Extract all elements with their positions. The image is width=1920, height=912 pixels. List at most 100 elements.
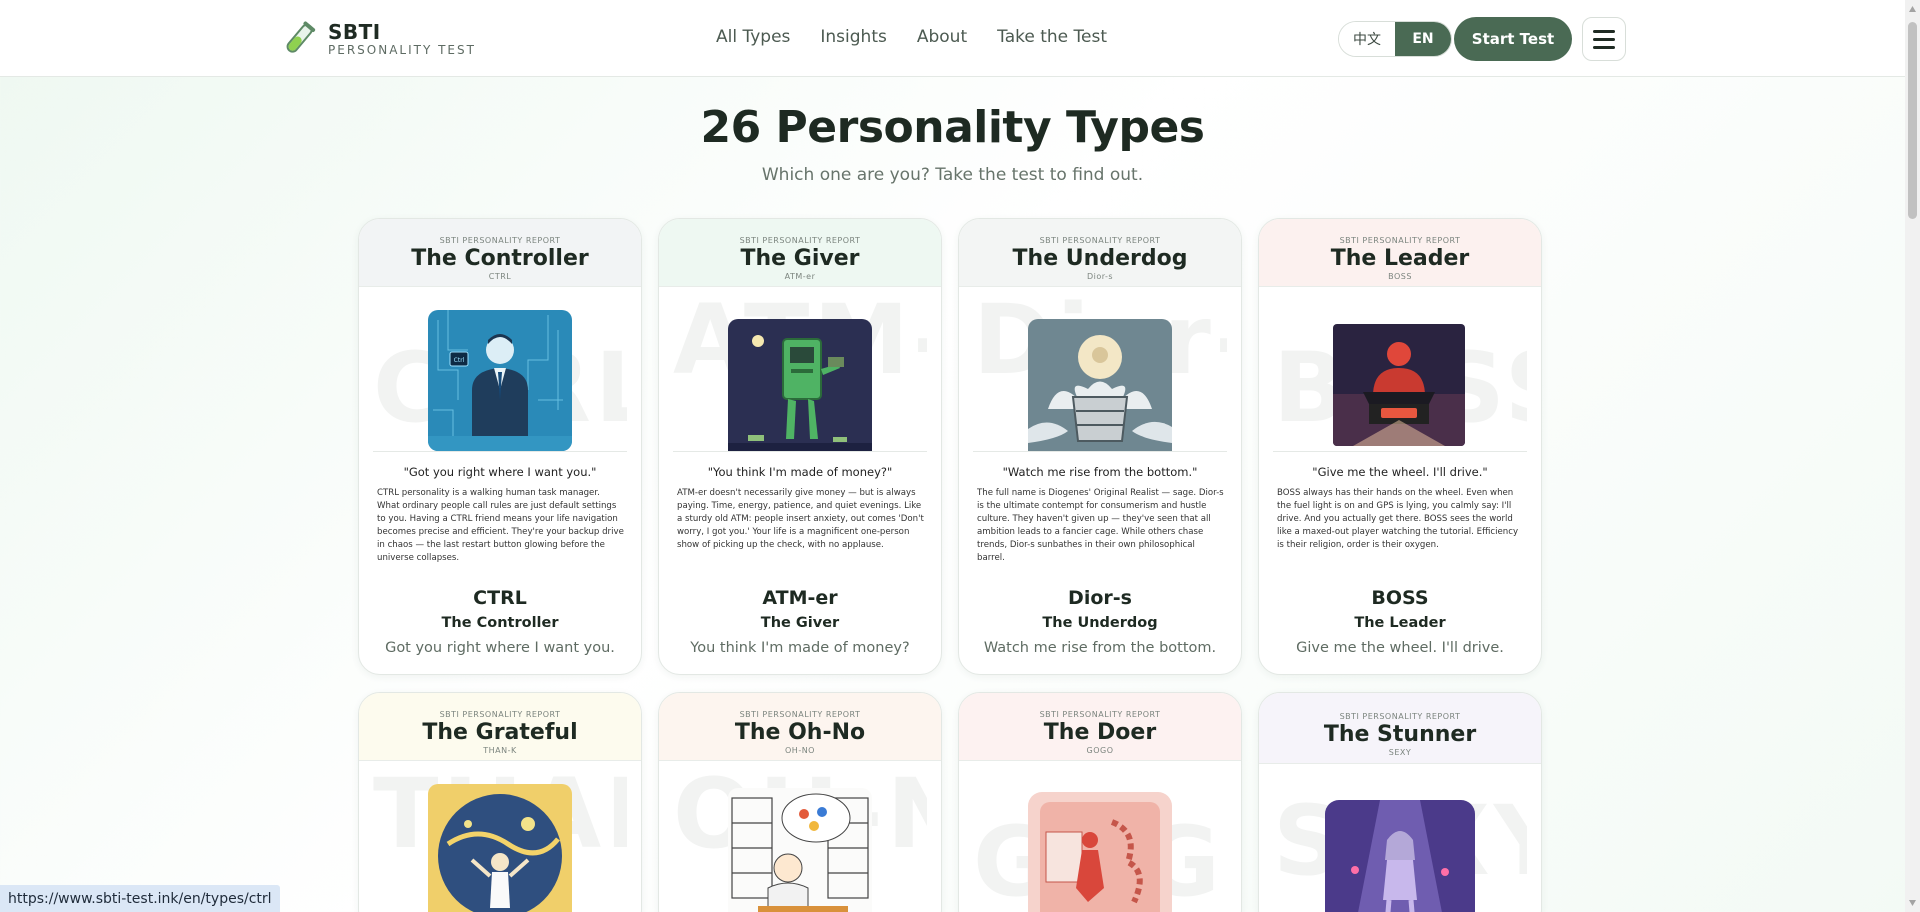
card-art-area: OH-NO (673, 768, 927, 912)
lang-zh-button[interactable]: 中文 (1339, 22, 1395, 56)
card-art-area: GOGO (973, 768, 1227, 912)
card-code-small: SEXY (1388, 748, 1412, 757)
nav-link-insights[interactable]: Insights (820, 27, 886, 47)
card-code-small: Dior-s (1086, 272, 1114, 281)
start-test-button[interactable]: Start Test (1454, 17, 1572, 61)
lang-en-button[interactable]: EN (1395, 22, 1451, 56)
report-label: SBTI PERSONALITY REPORT (439, 710, 561, 719)
report-label: SBTI PERSONALITY REPORT (1339, 712, 1461, 721)
main-nav: All Types Insights About Take the Test (716, 27, 1107, 47)
card-code-small: THAN-K (483, 746, 517, 755)
card-name: The Doer (1043, 720, 1157, 745)
card-tagline: You think I'm made of money? (690, 640, 910, 656)
test-tube-logo-icon (286, 21, 316, 53)
card-description: BOSS always has their hands on the wheel… (1277, 488, 1519, 550)
brand-subtitle: PERSONALITY TEST (328, 43, 476, 57)
card-header: SBTI PERSONALITY REPORT The Doer GOGO (959, 693, 1241, 761)
language-switch: 中文 EN (1338, 21, 1452, 57)
report-label: SBTI PERSONALITY REPORT (739, 710, 861, 719)
scroll-up-icon[interactable] (1908, 5, 1917, 13)
card-quote: "Got you right where I want you." (403, 465, 597, 479)
card-quote: "You think I'm made of money?" (707, 465, 893, 479)
card-description: The full name is Diogenes' Original Real… (977, 488, 1224, 563)
report-label: SBTI PERSONALITY REPORT (739, 236, 861, 245)
card-quote: "Give me the wheel. I'll drive." (1312, 465, 1488, 479)
card-code-small: OH-NO (785, 746, 815, 755)
doer-illustration (1028, 792, 1172, 912)
card-header: SBTI PERSONALITY REPORT The Oh-No OH-NO (659, 693, 941, 761)
card-art-area: SEXY (1273, 771, 1527, 912)
divider (373, 451, 627, 452)
card-title: The Controller (441, 615, 559, 631)
type-card-dior-s[interactable]: SBTI PERSONALITY REPORT The Underdog Dio… (958, 218, 1242, 675)
svg-text:Ctrl: Ctrl (454, 357, 465, 364)
report-label: SBTI PERSONALITY REPORT (439, 236, 561, 245)
divider (673, 451, 927, 452)
card-name: The Giver (740, 246, 860, 271)
card-title: The Leader (1354, 615, 1446, 631)
card-art-area: CTRL Ctrl (373, 294, 627, 451)
card-description: CTRL personality is a walking human task… (377, 488, 624, 563)
report-label: SBTI PERSONALITY REPORT (1339, 236, 1461, 245)
card-header: SBTI PERSONALITY REPORT The Stunner SEXY (1259, 693, 1541, 764)
type-card-gogo[interactable]: SBTI PERSONALITY REPORT The Doer GOGO GO… (958, 692, 1242, 912)
scroll-down-icon[interactable] (1908, 899, 1917, 907)
card-art-area: ATM-er (673, 294, 927, 451)
brand-logo[interactable]: SBTI PERSONALITY TEST (280, 20, 476, 58)
divider (1273, 451, 1527, 452)
page-scrollbar[interactable] (1905, 0, 1920, 912)
nav-link-all-types[interactable]: All Types (716, 27, 790, 47)
card-quote: "Watch me rise from the bottom." (1002, 465, 1198, 479)
type-card-oh-no[interactable]: SBTI PERSONALITY REPORT The Oh-No OH-NO … (658, 692, 942, 912)
stunner-illustration (1325, 800, 1475, 912)
card-name: The Stunner (1323, 722, 1477, 747)
divider (973, 451, 1227, 452)
report-label: SBTI PERSONALITY REPORT (1039, 236, 1161, 245)
scroll-thumb[interactable] (1908, 22, 1917, 219)
link-preview-status: https://www.sbti-test.ink/en/types/ctrl (0, 885, 280, 912)
type-card-boss[interactable]: SBTI PERSONALITY REPORT The Leader BOSS … (1258, 218, 1542, 675)
nav-link-take-test[interactable]: Take the Test (997, 27, 1107, 47)
card-art-area: THAN-K (373, 768, 627, 912)
card-code-small: ATM-er (784, 272, 816, 281)
card-name: The Oh-No (734, 720, 866, 745)
report-label: SBTI PERSONALITY REPORT (1039, 710, 1161, 719)
oh-no-illustration (728, 788, 872, 912)
card-name: The Grateful (422, 720, 578, 745)
card-tagline: Watch me rise from the bottom. (983, 640, 1217, 656)
top-navigation-bar: SBTI PERSONALITY TEST All Types Insights… (0, 0, 1920, 77)
card-title: The Giver (760, 615, 840, 631)
card-header: SBTI PERSONALITY REPORT The Grateful THA… (359, 693, 641, 761)
giver-illustration (728, 319, 872, 451)
card-tagline: Got you right where I want you. (385, 640, 615, 656)
card-code-small: BOSS (1388, 272, 1412, 281)
card-code-small: CTRL (488, 272, 512, 281)
card-header: SBTI PERSONALITY REPORT The Leader BOSS (1259, 219, 1541, 287)
card-description: ATM-er doesn't necessarily give money — … (677, 488, 924, 550)
brand-title: SBTI (328, 20, 381, 44)
card-code-small: GOGO (1086, 746, 1114, 755)
card-code: CTRL (473, 587, 527, 609)
hamburger-menu-icon[interactable] (1582, 17, 1626, 61)
card-code: ATM-er (762, 587, 838, 609)
card-art-area: BOSS (1273, 294, 1527, 451)
card-header: SBTI PERSONALITY REPORT The Controller C… (359, 219, 641, 287)
type-card-sexy[interactable]: SBTI PERSONALITY REPORT The Stunner SEXY… (1258, 692, 1542, 912)
card-code: Dior-s (1068, 587, 1132, 609)
nav-link-about[interactable]: About (917, 27, 967, 47)
type-card-atm-er[interactable]: SBTI PERSONALITY REPORT The Giver ATM-er… (658, 218, 942, 675)
card-name: The Controller (411, 246, 589, 271)
page-title: 26 Personality Types (700, 102, 1205, 153)
type-card-than-k[interactable]: SBTI PERSONALITY REPORT The Grateful THA… (358, 692, 642, 912)
card-code: BOSS (1371, 587, 1429, 609)
underdog-illustration (1028, 319, 1172, 451)
grateful-illustration (428, 784, 572, 912)
page-subtitle: Which one are you? Take the test to find… (761, 165, 1144, 185)
card-name: The Leader (1330, 246, 1470, 271)
controller-illustration: Ctrl (428, 310, 572, 451)
card-name: The Underdog (1012, 246, 1188, 271)
card-art-area: Dior-s (973, 294, 1227, 451)
card-header: SBTI PERSONALITY REPORT The Underdog Dio… (959, 219, 1241, 287)
type-card-ctrl[interactable]: SBTI PERSONALITY REPORT The Controller C… (358, 218, 642, 675)
card-tagline: Give me the wheel. I'll drive. (1296, 640, 1504, 656)
